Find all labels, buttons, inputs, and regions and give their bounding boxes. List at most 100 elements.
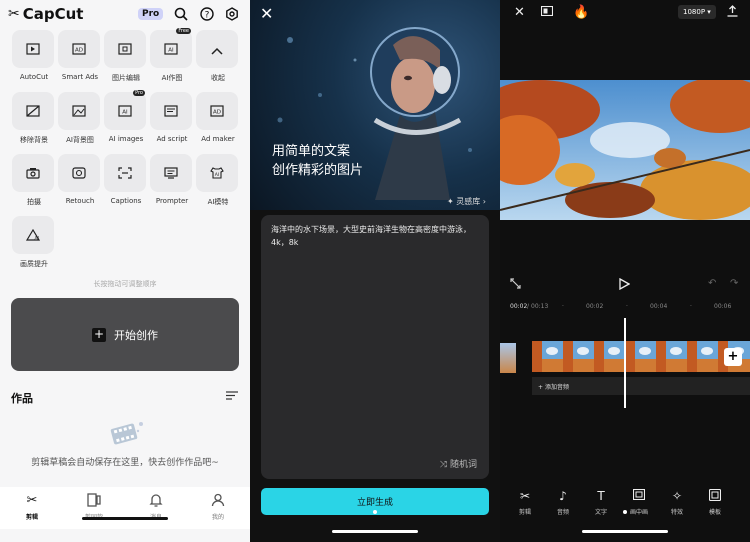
ai-background-icon: [72, 102, 86, 121]
svg-text:AD: AD: [213, 109, 221, 115]
help-icon[interactable]: ?: [199, 6, 215, 22]
flame-icon[interactable]: 🔥: [573, 5, 589, 20]
tool-audio[interactable]: ♪ 音频: [548, 489, 578, 516]
capcut-logo-icon: ✂: [8, 6, 20, 22]
resolution-dropdown[interactable]: 1080P ▾: [678, 5, 716, 19]
aspect-ratio-icon[interactable]: [540, 5, 554, 20]
play-icon[interactable]: [619, 277, 631, 293]
svg-text:?: ?: [205, 11, 210, 21]
tick-dot: ·: [690, 303, 692, 310]
svg-text:AI: AI: [215, 172, 219, 178]
fullscreen-icon[interactable]: [510, 278, 521, 292]
smart-ads-icon: AD: [72, 40, 86, 59]
home-indicator: [82, 517, 168, 520]
captions-icon: [118, 164, 132, 183]
tick-label: 00:02: [586, 303, 604, 310]
svg-text:AI: AI: [122, 109, 128, 115]
tool-collapse[interactable]: 收起: [196, 30, 240, 83]
plus-icon: +: [92, 326, 106, 342]
new-project-label: 开始创作: [114, 328, 158, 342]
bottom-tab-bar: ✂ 剪辑 剪同款 消息 我的: [0, 487, 250, 529]
sparkle-icon: ✦: [447, 197, 454, 206]
timeline-ruler: 00:02 / 00:13 · 00:02 · 00:04 · 00:06: [500, 300, 750, 314]
tool-edit[interactable]: ✂ 剪辑: [510, 489, 540, 516]
tool-label: 特效: [670, 509, 683, 516]
resolution-value: 1080P: [683, 8, 706, 16]
svg-text:AI: AI: [168, 47, 174, 53]
cover-thumbnail[interactable]: [500, 343, 516, 373]
hero-title-line2: 创作精彩的图片: [272, 163, 364, 178]
ai-drawing-icon: AI: [164, 40, 178, 59]
plus-icon: +: [538, 384, 544, 391]
text-icon: T: [597, 489, 605, 503]
close-icon[interactable]: ✕: [260, 4, 273, 23]
keyboard-dot: [373, 510, 377, 514]
new-project-button[interactable]: + 开始创作: [11, 298, 239, 371]
tool-quality-upscale[interactable]: AI 画质提升: [12, 216, 56, 269]
prompter-icon: [164, 164, 178, 183]
chevron-right-icon: ›: [482, 197, 486, 206]
quality-upscale-icon: AI: [25, 226, 41, 245]
sort-icon[interactable]: [226, 390, 238, 403]
video-track[interactable]: [532, 341, 750, 372]
ai-image-screen: ✕ 用简单的文案 创作精彩的图片 ✦ 灵感库 › 海洋中的水下场景，大型史前海洋…: [250, 0, 500, 542]
ai-images-icon: AI: [118, 102, 132, 121]
home-indicator: [332, 530, 418, 533]
inspiration-label: 灵感库: [456, 197, 481, 206]
close-icon[interactable]: ✕: [514, 5, 525, 20]
effects-icon: ✧: [671, 489, 683, 503]
playhead[interactable]: [624, 318, 626, 408]
profile-icon: [198, 493, 238, 509]
tool-ad-maker[interactable]: AD Ad maker: [196, 92, 240, 143]
tool-effects[interactable]: ✧ 特效: [662, 489, 692, 516]
random-label: 随机词: [449, 460, 477, 470]
tool-label: 收起: [211, 74, 225, 82]
tool-template[interactable]: 模板: [700, 488, 730, 516]
pro-badge[interactable]: Pro: [138, 8, 164, 20]
brand-name: CapCut: [22, 5, 84, 23]
add-audio-label: 添加音频: [544, 384, 569, 391]
bell-icon: [136, 493, 176, 509]
tab-profile[interactable]: 我的: [198, 493, 238, 521]
inspiration-link[interactable]: ✦ 灵感库 ›: [447, 196, 486, 207]
tab-edit[interactable]: ✂ 剪辑: [12, 493, 52, 521]
keyboard-dot: [623, 510, 627, 514]
export-icon[interactable]: [727, 5, 738, 21]
tool-text[interactable]: T 文字: [586, 489, 616, 516]
svg-text:AD: AD: [75, 47, 83, 53]
add-clip-button[interactable]: +: [724, 348, 742, 366]
tab-label: 剪辑: [25, 514, 38, 521]
video-preview[interactable]: [500, 80, 750, 220]
reorder-hint: 长按拖动可调整顺序: [93, 280, 157, 288]
tick-dot: ·: [626, 303, 628, 310]
clip-thumbnails: [532, 341, 750, 372]
shuffle-icon: ⤨: [439, 460, 448, 470]
free-badge: Free: [176, 28, 191, 34]
svg-text:AI: AI: [35, 235, 39, 241]
tool-ai-model[interactable]: AI AI模特: [196, 154, 240, 207]
autumn-leaves-frame: [500, 80, 750, 220]
settings-icon[interactable]: [224, 6, 240, 22]
tool-pip[interactable]: 画中画: [624, 488, 654, 516]
scissors-icon: ✂: [26, 493, 38, 508]
image-edit-icon: [118, 40, 132, 59]
tool-label: 模板: [708, 509, 721, 516]
empty-film-icon: [108, 418, 146, 448]
ad-maker-icon: AD: [210, 102, 224, 121]
prompt-input[interactable]: 海洋中的水下场景，大型史前海洋生物在高密度中游泳，4k，8k ⤨ 随机词: [261, 215, 489, 479]
home-screen: ✂ CapCut Pro ? AutoCut AD Smart Ads 图片编辑…: [0, 0, 250, 542]
hero-image: ✕ 用简单的文案 创作精彩的图片 ✦ 灵感库 ›: [250, 0, 500, 210]
remove-bg-icon: [26, 102, 40, 121]
hero-title: 用简单的文案 创作精彩的图片: [272, 142, 363, 180]
search-icon[interactable]: [173, 6, 189, 22]
tool-label: 音频: [556, 509, 569, 516]
undo-icon[interactable]: ↶: [708, 278, 716, 289]
random-words-button[interactable]: ⤨ 随机词: [440, 457, 477, 470]
pip-icon: [624, 488, 654, 503]
total-time: 00:13: [531, 303, 549, 310]
ai-model-icon: AI: [210, 164, 224, 183]
add-audio-track[interactable]: + 添加音频: [532, 377, 750, 395]
redo-icon[interactable]: ↷: [730, 278, 738, 289]
scissors-icon: ✂: [519, 489, 531, 503]
capcut-logo: ✂ CapCut: [8, 5, 83, 23]
